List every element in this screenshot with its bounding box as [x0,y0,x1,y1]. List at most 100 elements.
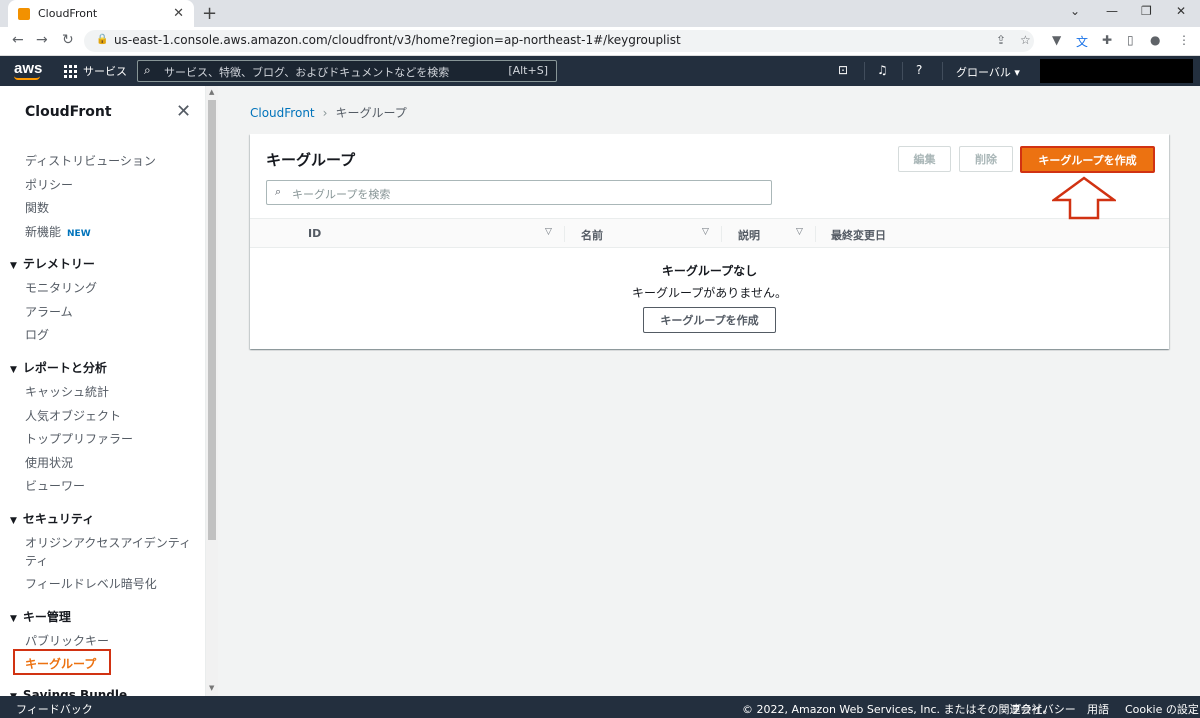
region-selector[interactable]: グローバル ▾ [956,64,1020,80]
restore-icon[interactable]: ❐ [1141,4,1152,18]
new-badge: NEW [67,229,91,239]
share-icon[interactable]: ⇪ [996,33,1006,47]
empty-create-key-group-button[interactable]: キーグループを作成 [643,307,776,333]
forward-icon[interactable]: → [36,32,48,48]
translate-icon[interactable]: 文 [1076,33,1088,50]
sidebar-item-alarms[interactable]: アラーム [25,303,73,320]
extensions-puzzle-icon[interactable]: ✚ [1102,33,1112,47]
delete-button[interactable]: 削除 [959,146,1013,172]
sidebar-item-label: 新機能 [25,225,62,239]
help-icon[interactable]: ? [916,63,922,77]
sidebar-item-functions[interactable]: 関数 [25,199,49,216]
section-reports[interactable]: ▼ レポートと分析 [10,359,107,376]
sidebar-item-viewers[interactable]: ビューワー [25,477,85,494]
browser-tab[interactable]: CloudFront ✕ [8,0,194,27]
column-header-id[interactable]: ID [308,227,321,240]
sidebar-item-label: キーグループ [25,657,97,671]
url-field[interactable]: 🔒 us-east-1.console.aws.amazon.com/cloud… [84,30,1034,52]
reload-icon[interactable]: ↻ [62,32,74,48]
tab-search-icon[interactable]: ⌄ [1070,4,1080,18]
search-icon: ⌕ [275,185,282,198]
annotation-up-arrow-icon [1052,176,1116,220]
bookmark-star-icon[interactable]: ☆ [1020,33,1031,47]
table-header: ID ▽ 名前 ▽ 説明 ▽ 最終変更日 [250,218,1169,248]
account-menu-redacted[interactable] [1040,59,1193,83]
sidebar-scrollbar[interactable]: ▲ ▼ [206,86,218,696]
lock-icon: 🔒 [96,34,109,45]
section-telemetry[interactable]: ▼ テレメトリー [10,255,95,272]
profile-avatar-icon[interactable]: ● [1150,33,1160,47]
section-security[interactable]: ▼ セキュリティ [10,510,94,527]
search-placeholder: キーグループを検索 [292,188,391,201]
section-key-management[interactable]: ▼ キー管理 [10,608,71,625]
section-title: テレメトリー [22,257,95,271]
sidebar-item-monitoring[interactable]: モニタリング [25,279,97,296]
column-divider [721,226,722,242]
search-placeholder: サービス、特徴、ブログ、およびドキュメントなどを検索 [164,66,450,79]
minimize-icon[interactable]: — [1106,4,1118,18]
privacy-link[interactable]: プライバシー [1010,701,1076,717]
create-key-group-button[interactable]: キーグループを作成 [1020,146,1155,173]
sort-icon[interactable]: ▽ [702,227,709,237]
section-title: キー管理 [22,610,71,624]
sidebar-item-field-level-encryption[interactable]: フィールドレベル暗号化 [25,575,157,592]
column-header-name[interactable]: 名前 [581,227,603,243]
aws-smile-icon [14,76,40,80]
column-divider [564,226,565,242]
services-grid-icon [64,64,77,78]
window-close-icon[interactable]: ✕ [1176,4,1186,18]
sidebar-item-policies[interactable]: ポリシー [25,176,73,193]
section-savings-bundle[interactable]: ▼Savings Bundle [10,688,127,696]
cloudfront-favicon-icon [18,7,30,20]
scroll-up-icon[interactable]: ▲ [209,88,214,96]
breadcrumb-cloudfront-link[interactable]: CloudFront [250,106,315,120]
sidebar-item-logs[interactable]: ログ [25,326,49,343]
cloudshell-icon[interactable]: ⊡ [838,63,848,77]
sidebar-item-popular-objects[interactable]: 人気オブジェクト [25,407,121,424]
sidebar-item-oai[interactable]: オリジンアクセスアイデンティ [25,534,191,551]
column-header-last-modified[interactable]: 最終変更日 [831,227,886,243]
edit-button[interactable]: 編集 [898,146,951,172]
sidebar-item-oai-continued[interactable]: ティ [25,552,48,569]
new-tab-button[interactable]: + [202,3,217,24]
chevron-right-icon: › [322,106,328,120]
cookie-settings-link[interactable]: Cookie の設定 [1125,701,1199,717]
sidebar-close-icon[interactable]: ✕ [176,101,191,122]
search-icon: ⌕ [144,63,151,77]
notifications-bell-icon[interactable]: ♫ [877,63,888,77]
back-icon[interactable]: ← [12,32,24,48]
sidebar-item-public-keys[interactable]: パブリックキー [25,632,109,649]
caret-down-icon: ▼ [10,365,17,375]
feedback-link[interactable]: フィードバック [16,701,93,717]
aws-logo[interactable]: aws [14,60,43,80]
sort-icon[interactable]: ▽ [796,227,803,237]
column-header-description[interactable]: 説明 [738,227,760,243]
scroll-down-icon[interactable]: ▼ [209,684,214,692]
terms-link[interactable]: 用語 [1087,701,1109,717]
browser-menu-icon[interactable]: ⋮ [1178,33,1190,47]
search-shortcut: [Alt+S] [508,64,548,77]
nav-divider [864,62,865,80]
services-menu-button[interactable]: サービス [64,63,127,79]
sidebar-item-top-referrers[interactable]: トッププリファラー [25,430,133,447]
side-panel-icon[interactable]: ▯ [1127,33,1134,47]
aws-logo-text: aws [14,60,43,77]
caret-down-icon: ▼ [10,614,17,624]
section-title: レポートと分析 [22,361,107,375]
tab-close-icon[interactable]: ✕ [173,6,184,21]
sidebar-item-distributions[interactable]: ディストリビューション [25,152,156,169]
address-bar: ← → ↻ 🔒 us-east-1.console.aws.amazon.com… [0,27,1200,56]
console-search-input[interactable]: ⌕ サービス、特徴、ブログ、およびドキュメントなどを検索 [Alt+S] [137,60,557,82]
sidebar-title[interactable]: CloudFront [25,104,112,120]
console-footer: フィードバック © 2022, Amazon Web Services, Inc… [0,696,1200,718]
sidebar-item-usage[interactable]: 使用状況 [25,454,73,471]
sidebar-item-cache-stats[interactable]: キャッシュ統計 [25,383,109,400]
browser-tab-bar: CloudFront ✕ + ⌄ — ❐ ✕ [0,0,1200,27]
caret-down-icon: ▼ [10,261,17,271]
sidebar-item-whats-new[interactable]: 新機能 NEW [25,223,91,240]
scroll-thumb[interactable] [208,100,216,540]
sort-icon[interactable]: ▽ [545,227,552,237]
key-group-search-input[interactable]: ⌕ キーグループを検索 [266,180,772,205]
extension-v-icon[interactable]: ▼ [1052,33,1061,47]
sidebar-item-key-groups-active[interactable]: キーグループ [13,649,111,675]
